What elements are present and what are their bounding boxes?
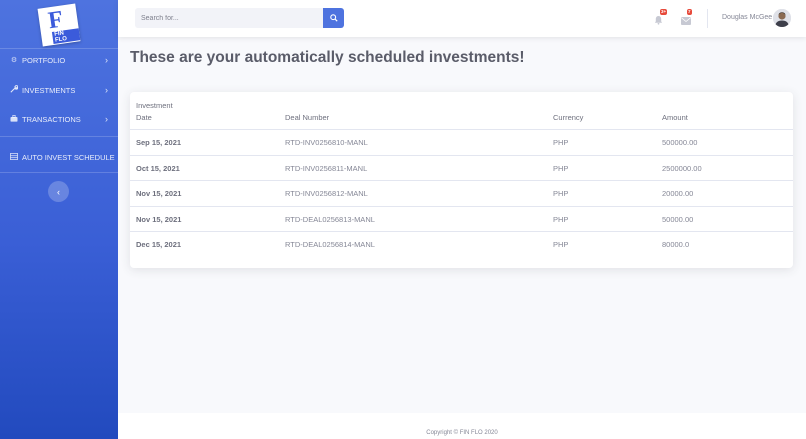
column-header-amount[interactable]: Amount bbox=[662, 112, 688, 124]
cell-currency: PHP bbox=[553, 163, 569, 173]
header-line: Investment bbox=[136, 101, 173, 110]
cell-deal-number: RTD-INV0256811-MANL bbox=[285, 163, 368, 173]
sidebar-divider bbox=[0, 172, 118, 173]
chevron-right-icon: › bbox=[105, 85, 108, 95]
table-row[interactable]: Nov 15, 2021 RTD-DEAL0256813-MANL PHP 50000… bbox=[130, 207, 793, 232]
cell-currency: PHP bbox=[553, 214, 569, 224]
envelope-icon bbox=[681, 17, 691, 25]
cell-deal-number: RTD-INV0256810-MANL bbox=[285, 138, 368, 147]
table-row[interactable]: Sep 15, 2021 RTD-INV0256810-MANL PHP 500000… bbox=[130, 130, 793, 156]
user-name[interactable]: Douglas McGee bbox=[722, 14, 772, 21]
brand-logo[interactable]: F FIN FLO bbox=[37, 3, 81, 47]
sidebar-item-transactions[interactable]: TRANSACTIONS › bbox=[0, 108, 118, 130]
briefcase-icon bbox=[9, 114, 19, 124]
cell-investment-date: Sep 15, 2021 bbox=[136, 138, 182, 147]
table-icon bbox=[9, 152, 19, 162]
topbar-divider bbox=[707, 9, 708, 28]
cell-deal-number: RTD-DEAL0256813-MANL bbox=[285, 214, 375, 224]
cell-amount: 50000.00 bbox=[662, 214, 694, 224]
sidebar-item-label: INVESTMENTS bbox=[22, 85, 76, 95]
column-header-deal-number[interactable]: Deal Number bbox=[285, 112, 329, 124]
sidebar-item-label: PORTFOLIO bbox=[22, 55, 66, 65]
sidebar-item-investments[interactable]: INVESTMENTS › bbox=[0, 79, 118, 101]
alerts-badge: 3+ bbox=[660, 9, 668, 15]
cell-investment-date: Nov 15, 2021 bbox=[136, 189, 182, 198]
avatar[interactable] bbox=[773, 9, 791, 27]
cell-amount: 80000.0 bbox=[662, 240, 690, 249]
bell-icon bbox=[654, 15, 663, 25]
chevron-right-icon: › bbox=[105, 55, 108, 65]
sidebar-item-auto-invest-schedule[interactable]: AUTO INVEST SCHEDULE bbox=[0, 146, 118, 168]
column-header-currency[interactable]: Currency bbox=[553, 112, 583, 124]
cell-investment-date: Nov 15, 2021 bbox=[136, 214, 182, 224]
search-icon bbox=[329, 14, 338, 22]
table-header: Investment Date Deal Number Currency Amo… bbox=[130, 92, 793, 130]
cell-deal-number: RTD-DEAL0256814-MANL bbox=[285, 240, 375, 249]
sidebar-item-portfolio[interactable]: ⚙ PORTFOLIO › bbox=[0, 49, 118, 71]
cell-deal-number: RTD-INV0256812-MANL bbox=[285, 189, 368, 198]
table-row[interactable]: Dec 15, 2021 RTD-DEAL0256814-MANL PHP 80000… bbox=[130, 232, 793, 258]
sidebar-divider bbox=[0, 136, 118, 137]
logo-text: FIN FLO bbox=[51, 28, 81, 44]
sidebar: F FIN FLO ⚙ PORTFOLIO › INVESTMENTS › TR… bbox=[0, 0, 118, 439]
header-line: Date bbox=[136, 113, 152, 122]
alerts-button[interactable]: 3+ bbox=[654, 9, 668, 25]
copyright-text: Copyright © FIN FLO 2020 bbox=[426, 430, 498, 436]
cell-amount: 500000.00 bbox=[662, 138, 698, 147]
cell-currency: PHP bbox=[553, 240, 569, 249]
table-row[interactable]: Oct 15, 2021 RTD-INV0256811-MANL PHP 250000… bbox=[130, 156, 793, 181]
page-title: These are your automatically scheduled i… bbox=[130, 49, 525, 66]
cell-amount: 20000.00 bbox=[662, 189, 694, 198]
table-row[interactable]: Nov 15, 2021 RTD-INV0256812-MANL PHP 20000.… bbox=[130, 181, 793, 207]
cell-currency: PHP bbox=[553, 189, 569, 198]
wrench-icon bbox=[9, 85, 19, 95]
chevron-left-icon: ‹ bbox=[57, 186, 60, 197]
messages-button[interactable]: 7 bbox=[681, 9, 693, 25]
search-input[interactable] bbox=[135, 8, 323, 28]
column-header-investment-date[interactable]: Investment Date bbox=[136, 100, 173, 124]
cell-amount: 2500000.00 bbox=[662, 163, 702, 173]
sidebar-item-label: TRANSACTIONS bbox=[22, 114, 81, 124]
chevron-right-icon: › bbox=[105, 114, 108, 124]
messages-badge: 7 bbox=[687, 9, 692, 15]
topbar: 3+ 7 Douglas McGee bbox=[118, 0, 806, 37]
sidebar-item-label: AUTO INVEST SCHEDULE bbox=[22, 152, 115, 162]
cell-currency: PHP bbox=[553, 138, 569, 147]
search-button[interactable] bbox=[323, 8, 344, 28]
sidebar-toggle-button[interactable]: ‹ bbox=[48, 181, 69, 202]
footer: Copyright © FIN FLO 2020 bbox=[118, 413, 806, 439]
cell-investment-date: Oct 15, 2021 bbox=[136, 163, 180, 173]
search-bar bbox=[135, 8, 344, 28]
gear-icon: ⚙ bbox=[10, 57, 18, 64]
cell-investment-date: Dec 15, 2021 bbox=[136, 240, 182, 249]
investments-table-card: Investment Date Deal Number Currency Amo… bbox=[130, 92, 793, 268]
